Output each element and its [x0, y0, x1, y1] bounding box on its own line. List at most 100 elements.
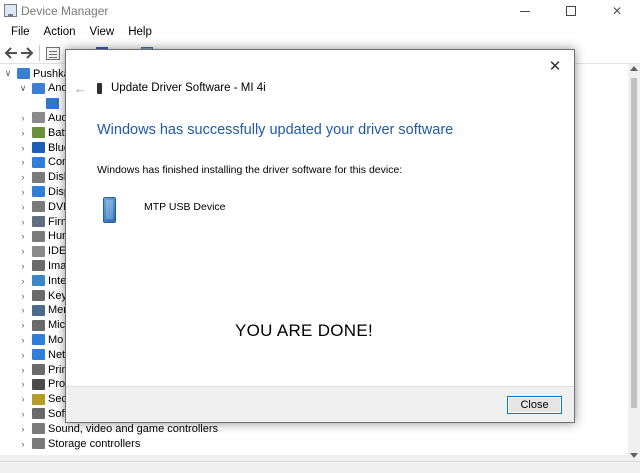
scroll-thumb[interactable] [631, 78, 637, 408]
chevron-right-icon[interactable]: › [18, 409, 28, 419]
chevron-right-icon[interactable]: › [18, 143, 28, 153]
back-arrow-icon[interactable] [3, 45, 19, 61]
chevron-right-icon[interactable]: › [18, 335, 28, 345]
tree-item[interactable]: › Sound, video and game controllers [18, 421, 219, 436]
tree-item[interactable]: › Disk [18, 170, 70, 185]
chevron-right-icon[interactable]: › [18, 320, 28, 330]
chevron-right-icon[interactable]: › [18, 128, 28, 138]
chevron-down-icon[interactable]: ∨ [3, 68, 13, 79]
phone-icon [32, 82, 45, 94]
tree-item[interactable]: › Hum [18, 229, 72, 244]
forward-arrow-icon[interactable] [19, 45, 35, 61]
tree-item[interactable]: › Inte [18, 273, 67, 288]
tree-item[interactable]: › DVD [18, 199, 72, 214]
tree-item[interactable]: › Mo [18, 332, 64, 347]
processor-icon [32, 378, 45, 390]
chevron-right-icon[interactable]: › [18, 217, 28, 227]
tree-item[interactable]: › Pro [18, 377, 66, 392]
dvd-icon [32, 201, 45, 213]
chevron-right-icon[interactable]: › [18, 291, 28, 301]
menu-file[interactable]: File [4, 26, 37, 38]
tree-item[interactable]: › Blue [18, 140, 71, 155]
chevron-right-icon[interactable]: › [18, 261, 28, 271]
tree-item[interactable]: › Net [18, 347, 66, 362]
chevron-right-icon[interactable]: › [18, 350, 28, 360]
tree-item[interactable]: › Firm [18, 214, 71, 229]
info-text: Windows has finished installing the driv… [97, 164, 403, 176]
network-icon [32, 349, 45, 361]
properties-icon[interactable] [46, 47, 60, 60]
memory-icon [32, 304, 45, 316]
camera-icon [32, 260, 45, 272]
tree-item[interactable]: ∨ And [18, 81, 68, 96]
dialog-footer: Close [66, 386, 574, 422]
tree-item[interactable]: › IDE [18, 244, 67, 259]
menu-help[interactable]: Help [121, 26, 159, 38]
menu-bar: File Action View Help [0, 22, 640, 42]
mtp-device-icon [103, 197, 116, 223]
ide-icon [32, 245, 45, 257]
chevron-right-icon[interactable]: › [18, 379, 28, 389]
chevron-right-icon[interactable]: › [18, 246, 28, 256]
tree-root[interactable]: ∨ Pushka [3, 66, 70, 81]
dialog-header: ← Update Driver Software - MI 4i [66, 76, 574, 100]
vertical-scrollbar[interactable] [628, 64, 640, 461]
monitor-icon [32, 334, 45, 346]
back-arrow-icon[interactable]: ← [74, 81, 88, 96]
scroll-down-icon[interactable] [630, 453, 638, 458]
chevron-right-icon[interactable]: › [18, 113, 28, 123]
computer-icon [32, 156, 45, 168]
tree-item[interactable]: › Storage controllers [18, 436, 141, 451]
speaker-icon [32, 112, 45, 124]
menu-view[interactable]: View [83, 26, 122, 38]
menu-action[interactable]: Action [37, 26, 83, 38]
tree-item[interactable]: › Prin [18, 362, 68, 377]
tree-item[interactable]: › Batt [18, 125, 68, 140]
chevron-right-icon[interactable]: › [18, 276, 28, 286]
software-icon [32, 408, 45, 420]
chevron-right-icon[interactable]: › [18, 202, 28, 212]
printer-icon [32, 364, 45, 375]
tree-item-label: IDE [48, 245, 67, 258]
hid-icon [32, 230, 45, 242]
chevron-right-icon[interactable]: › [18, 394, 28, 404]
tree-item[interactable]: › Disp [18, 184, 71, 199]
update-driver-dialog: ✕ ← Update Driver Software - MI 4i Windo… [65, 49, 575, 423]
tree-item[interactable]: › Mic [18, 318, 66, 333]
tree-item[interactable]: › Ima [18, 258, 67, 273]
scroll-up-icon[interactable] [630, 66, 638, 71]
chevron-down-icon[interactable]: ∨ [18, 83, 28, 94]
tree-item-label: Sound, video and game controllers [48, 422, 218, 435]
tree-item[interactable]: › Sec [18, 392, 67, 407]
security-icon [32, 393, 45, 405]
disk-icon [32, 171, 45, 183]
status-bar [0, 461, 640, 473]
storage-icon [32, 438, 45, 449]
tree-item[interactable]: › Soft [18, 406, 68, 421]
chevron-right-icon[interactable]: › [18, 424, 28, 434]
tree-item-label: Net [48, 348, 66, 361]
minimize-button[interactable] [502, 0, 548, 22]
chevron-right-icon[interactable]: › [18, 365, 28, 375]
chevron-right-icon[interactable]: › [18, 157, 28, 167]
window-close-button[interactable]: ✕ [594, 0, 640, 22]
chevron-right-icon[interactable]: › [18, 172, 28, 182]
chevron-right-icon[interactable]: › [18, 231, 28, 241]
maximize-button[interactable] [548, 0, 594, 22]
tree-item[interactable]: › Mer [18, 303, 67, 318]
tree-item-label: Mo [48, 333, 64, 346]
maximize-icon [566, 6, 576, 16]
chevron-right-icon[interactable]: › [18, 305, 28, 315]
chevron-right-icon[interactable]: › [18, 187, 28, 197]
chevron-right-icon[interactable]: › [18, 439, 28, 449]
success-heading: Windows has successfully updated your dr… [97, 122, 454, 138]
tree-item[interactable]: › Aud [18, 110, 68, 125]
device-name: MTP USB Device [144, 201, 226, 213]
tree-item[interactable] [46, 96, 62, 111]
dialog-close-x-button[interactable]: ✕ [542, 54, 568, 78]
close-button[interactable]: Close [507, 396, 562, 414]
tree-item[interactable]: › Key [18, 288, 67, 303]
tree-item[interactable]: › Com [18, 155, 72, 170]
bluetooth-icon [32, 142, 45, 153]
computer-icon [17, 68, 30, 79]
